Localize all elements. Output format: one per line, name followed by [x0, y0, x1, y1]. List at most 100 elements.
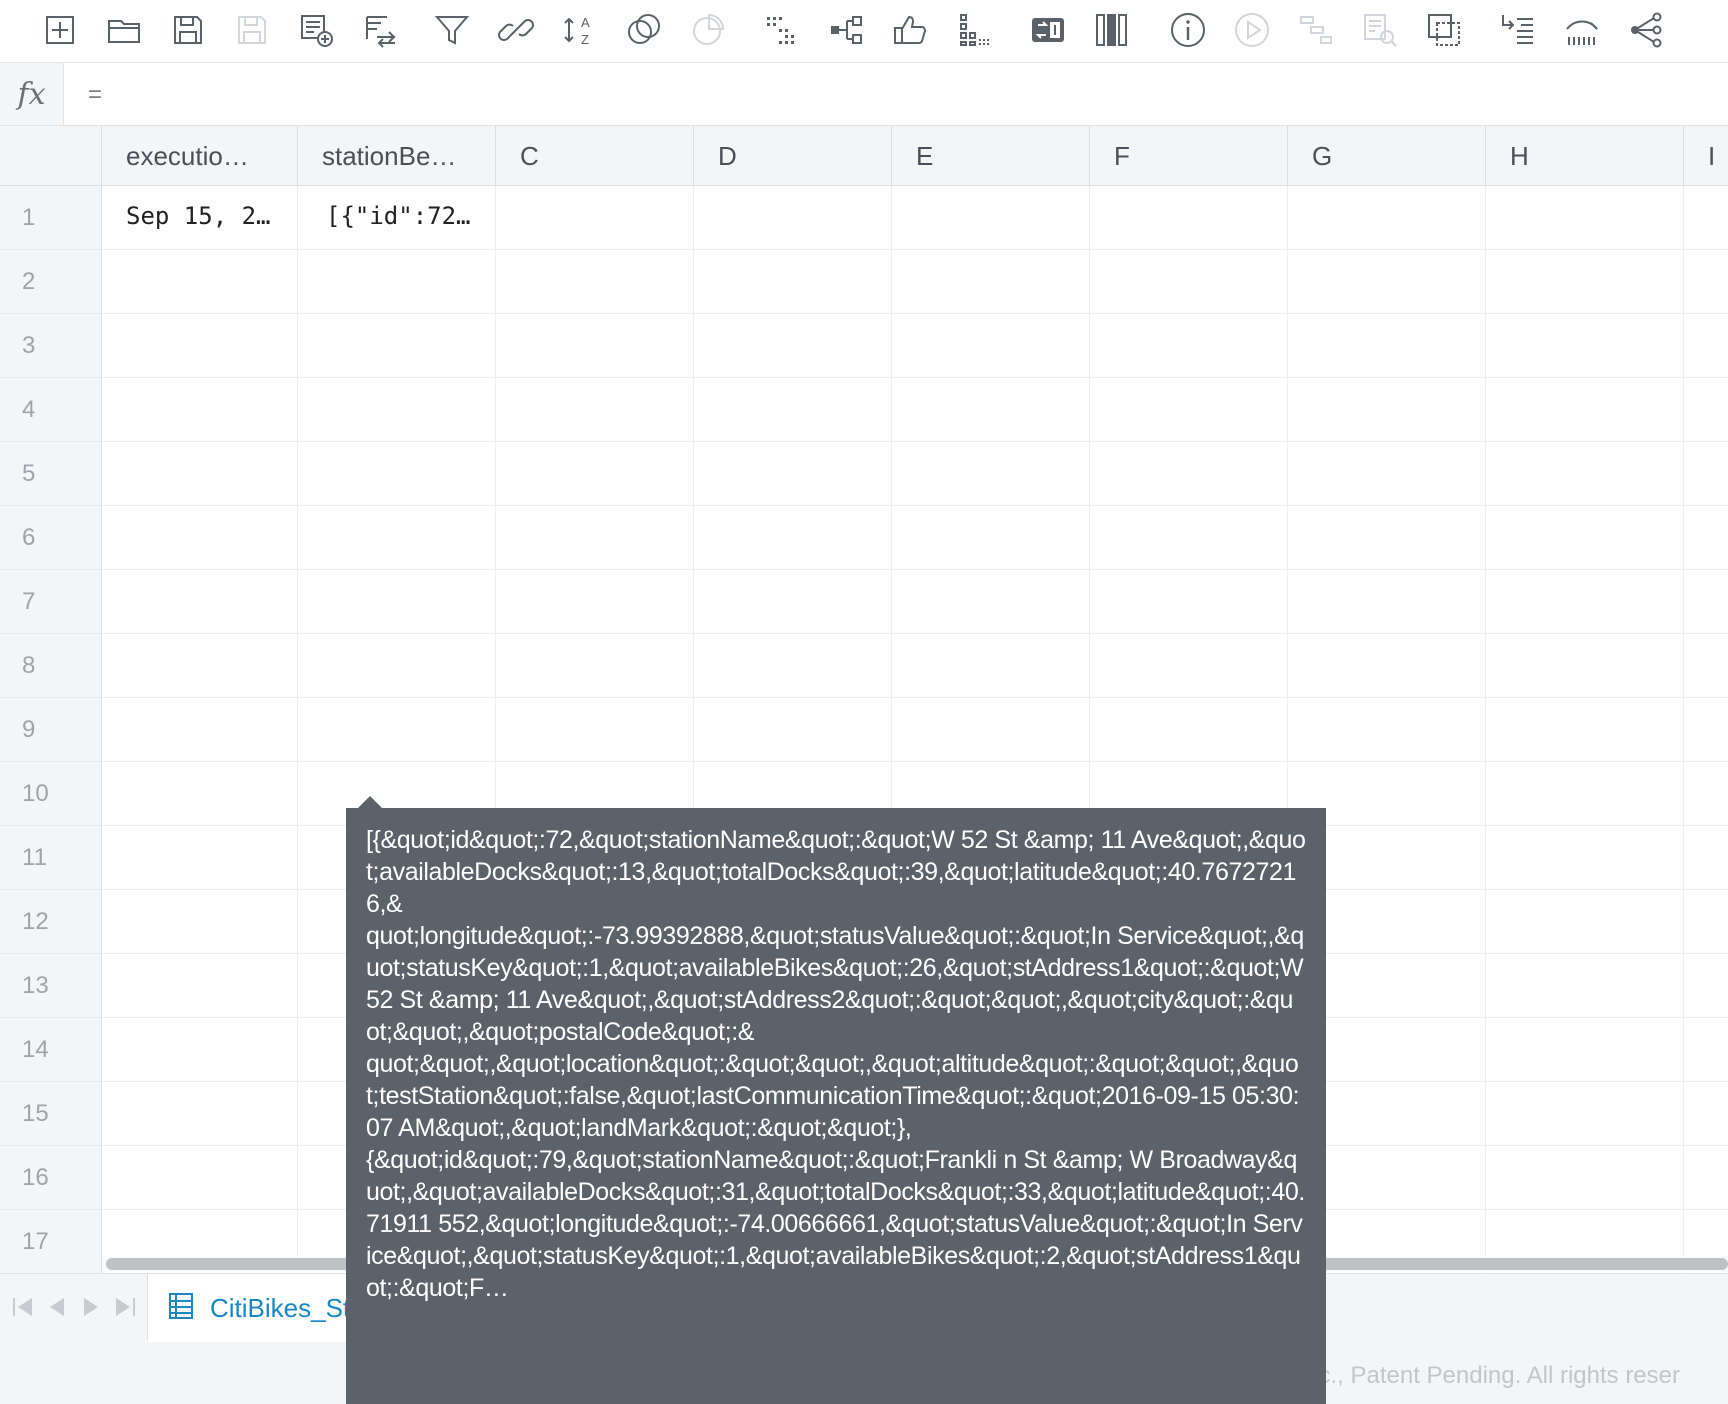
pie-chart-icon[interactable] — [686, 8, 730, 52]
grid-cell[interactable] — [102, 634, 298, 698]
grid-cell[interactable] — [298, 570, 496, 634]
grid-cell[interactable] — [892, 634, 1090, 698]
grid-cell[interactable] — [1090, 250, 1288, 314]
grid-cell[interactable] — [1486, 250, 1684, 314]
grid-cell[interactable] — [102, 314, 298, 378]
grid-cell[interactable] — [102, 1082, 298, 1146]
grid-cell[interactable] — [892, 378, 1090, 442]
columns-icon[interactable] — [1090, 8, 1134, 52]
grid-cell[interactable] — [892, 698, 1090, 762]
grid-cell[interactable] — [1486, 378, 1684, 442]
histogram-icon[interactable] — [1560, 8, 1604, 52]
grid-cell[interactable] — [892, 314, 1090, 378]
grid-cell[interactable] — [1486, 570, 1684, 634]
grid-cell[interactable] — [694, 250, 892, 314]
grid-cell[interactable] — [892, 442, 1090, 506]
column-header[interactable]: F — [1090, 126, 1288, 186]
grid-cell[interactable] — [892, 506, 1090, 570]
row-header[interactable]: 2 — [0, 250, 102, 314]
join-icon[interactable] — [358, 8, 402, 52]
column-header[interactable]: G — [1288, 126, 1486, 186]
row-header[interactable]: 14 — [0, 1018, 102, 1082]
grid-cell[interactable] — [1288, 570, 1486, 634]
union-icon[interactable] — [622, 8, 666, 52]
grid-cell[interactable] — [1090, 186, 1288, 250]
search-sheet-icon[interactable] — [1358, 8, 1402, 52]
grid-cell[interactable] — [1486, 1146, 1684, 1210]
lineage-icon[interactable] — [1294, 8, 1338, 52]
grid-cell[interactable] — [694, 570, 892, 634]
row-header[interactable]: 6 — [0, 506, 102, 570]
grid-cell[interactable] — [1486, 634, 1684, 698]
add-data-icon[interactable] — [294, 8, 338, 52]
grid-cell[interactable] — [1486, 314, 1684, 378]
thumbs-up-icon[interactable] — [888, 8, 932, 52]
grid-cell[interactable] — [1684, 442, 1728, 506]
network-icon[interactable] — [1624, 8, 1668, 52]
grid-cell[interactable]: Sep 15, 2… — [102, 186, 298, 250]
row-header[interactable]: 7 — [0, 570, 102, 634]
grid-cell[interactable] — [1486, 954, 1684, 1018]
grid-corner[interactable] — [0, 126, 102, 186]
grid-cell[interactable] — [1090, 634, 1288, 698]
grid-cell[interactable] — [1090, 378, 1288, 442]
open-folder-icon[interactable] — [102, 8, 146, 52]
formula-input[interactable]: = — [88, 81, 102, 109]
grid-cell[interactable] — [298, 442, 496, 506]
grid-cell[interactable] — [694, 442, 892, 506]
grid-cell[interactable] — [496, 186, 694, 250]
grid-cell[interactable] — [496, 506, 694, 570]
column-header[interactable]: I — [1684, 126, 1728, 186]
grid-cell[interactable] — [892, 570, 1090, 634]
grid-cell[interactable] — [1684, 762, 1728, 826]
grid-cell[interactable] — [102, 506, 298, 570]
grid-cell[interactable] — [102, 826, 298, 890]
grid-cell[interactable] — [1486, 506, 1684, 570]
grid-cell[interactable] — [1090, 570, 1288, 634]
row-header[interactable]: 16 — [0, 1146, 102, 1210]
grid-cell[interactable] — [496, 250, 694, 314]
grid-cell[interactable] — [102, 698, 298, 762]
grid-cell[interactable] — [1684, 186, 1728, 250]
sparse-grid-icon[interactable] — [760, 8, 804, 52]
grid-cell[interactable] — [102, 1018, 298, 1082]
grid-cell[interactable] — [102, 378, 298, 442]
grid-cell[interactable] — [298, 378, 496, 442]
row-header[interactable]: 3 — [0, 314, 102, 378]
grid-cell[interactable] — [694, 698, 892, 762]
column-header[interactable]: D — [694, 126, 892, 186]
row-header[interactable]: 17 — [0, 1210, 102, 1273]
indent-list-icon[interactable] — [1496, 8, 1540, 52]
grid-cell[interactable] — [694, 378, 892, 442]
row-header[interactable]: 1 — [0, 186, 102, 250]
link-icon[interactable] — [494, 8, 538, 52]
grid-cell[interactable] — [102, 442, 298, 506]
grid-cell[interactable] — [298, 314, 496, 378]
grid-cell[interactable] — [102, 250, 298, 314]
swap-icon[interactable] — [1026, 8, 1070, 52]
duplicate-icon[interactable] — [1422, 8, 1466, 52]
grid-cell[interactable] — [1288, 698, 1486, 762]
grid-cell[interactable] — [298, 698, 496, 762]
previous-sheet-icon[interactable] — [42, 1292, 72, 1322]
first-sheet-icon[interactable] — [8, 1292, 38, 1322]
next-sheet-icon[interactable] — [76, 1292, 106, 1322]
grid-cell[interactable] — [1486, 186, 1684, 250]
grid-cell[interactable] — [1684, 826, 1728, 890]
grid-cell[interactable] — [1486, 442, 1684, 506]
grid-cell[interactable] — [1486, 826, 1684, 890]
row-header[interactable]: 13 — [0, 954, 102, 1018]
row-header[interactable]: 5 — [0, 442, 102, 506]
last-sheet-icon[interactable] — [110, 1292, 140, 1322]
save-as-icon[interactable] — [230, 8, 274, 52]
grid-cell[interactable] — [298, 250, 496, 314]
grid-cell[interactable] — [1090, 506, 1288, 570]
sort-az-icon[interactable]: AZ — [558, 8, 602, 52]
grid-cell[interactable] — [1684, 506, 1728, 570]
grid-cell[interactable] — [1684, 1082, 1728, 1146]
row-header[interactable]: 12 — [0, 890, 102, 954]
grid-cell[interactable] — [1288, 378, 1486, 442]
row-header[interactable]: 11 — [0, 826, 102, 890]
grid-cell[interactable] — [1684, 698, 1728, 762]
grid-cell[interactable] — [496, 570, 694, 634]
